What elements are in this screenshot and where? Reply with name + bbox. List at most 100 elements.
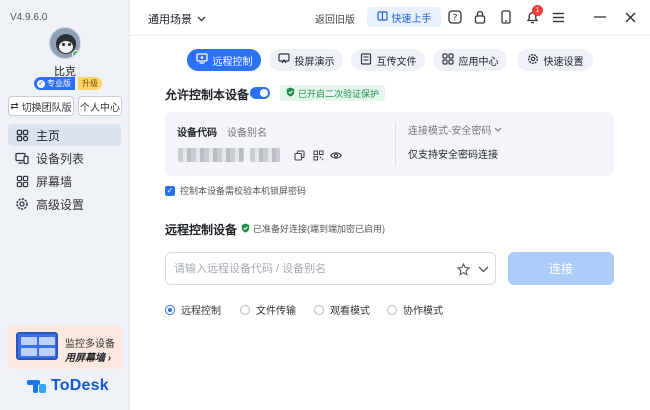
remote-device-code-input[interactable] xyxy=(174,262,444,275)
ready-text: 已准备好连接(端到端加密已启用) xyxy=(253,224,385,234)
notification-bell-icon[interactable]: 1 xyxy=(524,5,543,25)
logo-mark-icon xyxy=(27,378,47,394)
monitor-wall-icon xyxy=(16,332,58,360)
connection-mode-value: 仅支持安全密码连接 xyxy=(408,150,498,161)
personal-center-label: 个人中心 xyxy=(80,102,120,114)
monitor-icon xyxy=(195,53,208,67)
screen-wall-promo[interactable]: 监控多设备 用屏幕墙 › xyxy=(7,325,123,369)
copy-icon[interactable] xyxy=(293,149,305,161)
verify-protection-badge: 已开启二次验证保护 xyxy=(280,85,386,101)
tab-remote-control[interactable]: 远程控制 xyxy=(187,49,261,71)
card-divider xyxy=(395,122,396,166)
switch-team-button[interactable]: ⇄ 切换团队版 xyxy=(8,96,74,116)
mode-label: 观看模式 xyxy=(330,306,370,317)
book-icon xyxy=(376,10,388,24)
sidebar-item-label: 主页 xyxy=(36,128,61,143)
device-code-tab[interactable]: 设备代码 xyxy=(177,124,217,139)
tab-label: 远程控制 xyxy=(212,56,253,68)
allow-control-title: 允许控制本设备 xyxy=(165,88,250,102)
grid-icon xyxy=(15,174,29,188)
tab-label: 快速设置 xyxy=(543,56,584,68)
svg-text:?: ? xyxy=(453,14,458,24)
minimize-icon[interactable] xyxy=(592,9,608,25)
tier-badge: ✓ 专业版 升级 xyxy=(34,77,102,90)
quickstart-button[interactable]: 快速上手 xyxy=(367,7,441,27)
promo-line1: 监控多设备 xyxy=(65,339,115,350)
avatar[interactable] xyxy=(49,27,81,59)
mode-radio-remote-control[interactable]: 远程控制 xyxy=(165,302,221,317)
settings-icon xyxy=(527,53,539,68)
tab-app-center[interactable]: 应用中心 xyxy=(433,49,507,71)
apps-icon xyxy=(441,52,454,68)
gear-icon xyxy=(15,197,29,211)
device-info-card: 设备代码 设备别名 连接模式-安全密码 仅支持安全密码连接 xyxy=(165,112,614,176)
sidebar-item-label: 设备列表 xyxy=(36,151,85,166)
mode-radio-view-mode[interactable]: 观看模式 xyxy=(314,302,370,317)
radio-icon xyxy=(314,304,324,315)
mode-label: 协作模式 xyxy=(403,306,443,317)
sidebar-item-home[interactable]: 主页 xyxy=(8,124,121,146)
tab-file-transfer[interactable]: 互传文件 xyxy=(351,49,425,71)
notification-count-badge: 1 xyxy=(532,5,543,16)
menu-icon[interactable] xyxy=(550,9,566,25)
qr-code-icon[interactable] xyxy=(312,149,324,161)
chevron-down-icon xyxy=(494,124,502,135)
logo-text: ToDesk xyxy=(51,377,109,394)
upgrade-button[interactable]: 升级 xyxy=(78,77,102,90)
lock-checkbox-label: 控制本设备需校验本机锁屏密码 xyxy=(180,186,307,196)
tab-label: 投屏演示 xyxy=(294,56,335,68)
switch-team-label: 切换团队版 xyxy=(21,102,72,114)
lock-icon[interactable] xyxy=(472,9,488,25)
sidebar-item-label: 屏幕墙 xyxy=(36,174,73,189)
remote-device-input-box xyxy=(165,252,496,285)
mode-label: 文件传输 xyxy=(256,306,296,317)
file-icon xyxy=(360,52,372,68)
mobile-icon[interactable] xyxy=(498,9,514,25)
shield-check-icon xyxy=(241,223,250,235)
sidebar-item-label: 高级设置 xyxy=(36,197,85,212)
top-bar: 通用场景 返回旧版 快速上手 ? 1 xyxy=(130,0,650,36)
remote-control-title: 远程控制设备 xyxy=(165,223,238,237)
radio-icon xyxy=(387,304,397,315)
chevron-down-icon[interactable] xyxy=(476,262,490,276)
mode-radio-file-transfer[interactable]: 文件传输 xyxy=(240,302,296,317)
mode-radio-collaboration[interactable]: 协作模式 xyxy=(387,302,443,317)
device-alias-tab[interactable]: 设备别名 xyxy=(227,124,267,139)
online-status-badge xyxy=(72,50,80,58)
sidebar: V4.9.6.0 比克 ✓ 专业版 升级 ⇄ 切换团队版 个人中心 主页 设备列表… xyxy=(0,0,130,410)
sidebar-item-screen-wall[interactable]: 屏幕墙 xyxy=(8,170,121,192)
devices-icon xyxy=(15,151,29,165)
star-icon[interactable] xyxy=(456,262,470,276)
chevron-down-icon xyxy=(197,13,206,25)
ready-status: 已准备好连接(端到端加密已启用) xyxy=(241,222,385,235)
sidebar-item-devices[interactable]: 设备列表 xyxy=(8,147,121,169)
connection-mode-dropdown[interactable]: 连接模式-安全密码 xyxy=(408,122,502,137)
tab-screen-cast[interactable]: 投屏演示 xyxy=(269,49,343,71)
tab-quick-settings[interactable]: 快速设置 xyxy=(517,49,593,71)
back-to-legacy-link[interactable]: 返回旧版 xyxy=(315,11,355,26)
tab-label: 互传文件 xyxy=(376,56,417,68)
personal-center-button[interactable]: 个人中心 xyxy=(78,96,122,116)
tab-label: 应用中心 xyxy=(458,56,499,68)
chevron-right-icon: › xyxy=(107,353,112,364)
eye-icon[interactable] xyxy=(330,149,342,161)
quickstart-label: 快速上手 xyxy=(391,13,432,25)
connection-mode-label: 连接模式-安全密码 xyxy=(408,126,492,137)
lock-screen-password-checkbox[interactable]: ✓ 控制本设备需校验本机锁屏密码 xyxy=(165,184,306,197)
scene-label: 通用场景 xyxy=(148,14,192,26)
help-icon[interactable]: ? xyxy=(447,9,463,25)
shield-check-icon xyxy=(286,87,295,99)
allow-control-toggle[interactable] xyxy=(250,87,270,99)
device-code-value xyxy=(178,148,244,162)
device-code-value-part2 xyxy=(250,148,280,162)
scene-selector[interactable]: 通用场景 xyxy=(148,11,206,27)
checkbox-checked-icon: ✓ xyxy=(165,185,175,196)
switch-icon: ⇄ xyxy=(10,100,19,112)
version-label: V4.9.6.0 xyxy=(10,12,48,23)
sidebar-item-advanced-settings[interactable]: 高级设置 xyxy=(8,193,121,215)
close-icon[interactable] xyxy=(622,9,638,25)
verify-label: 已开启二次验证保护 xyxy=(298,88,380,99)
connect-button[interactable]: 连接 xyxy=(508,252,614,285)
cast-icon xyxy=(277,53,290,67)
todesk-logo: ToDesk xyxy=(27,377,109,395)
